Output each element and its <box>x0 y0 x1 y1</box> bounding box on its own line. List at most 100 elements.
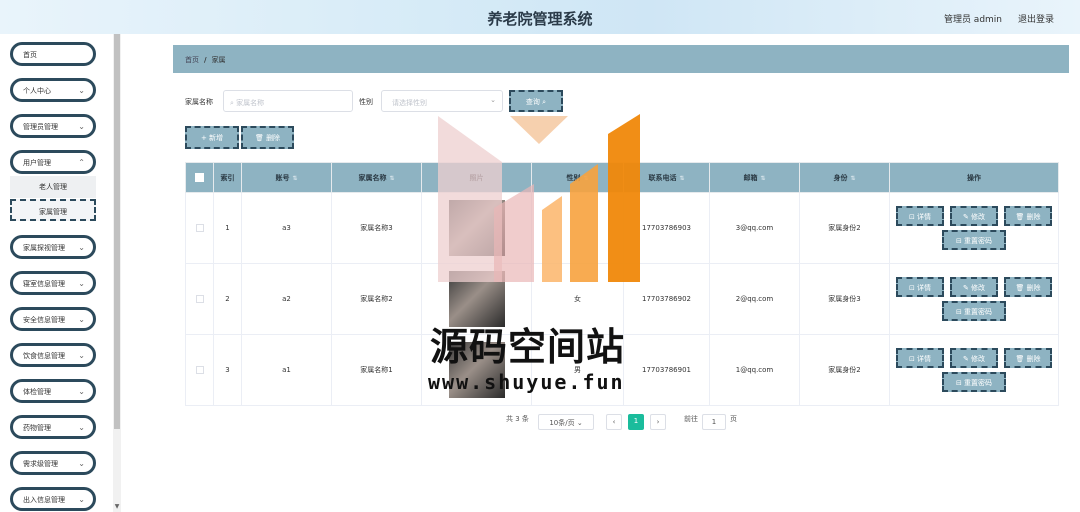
chevron-down-icon: ⌄ <box>78 495 85 504</box>
sidebar-item-label: 用户管理 <box>23 159 51 167</box>
sidebar-item-label: 个人中心 <box>23 87 51 95</box>
detail-button[interactable]: ⊡ 详情 <box>896 277 944 297</box>
breadcrumb-home[interactable]: 首页 <box>185 56 199 64</box>
sort-icon[interactable]: ⇅ <box>679 175 684 182</box>
reset-password-button[interactable]: ⊟ 重置密码 <box>942 230 1006 250</box>
column-header-name[interactable]: 家属名称 ⇅ <box>331 162 422 193</box>
delete-button-label: 删除 <box>266 134 281 142</box>
sort-icon[interactable]: ⇅ <box>760 175 765 182</box>
delete-button[interactable]: 🗑 删除 <box>1004 206 1052 226</box>
sidebar-item-label: 安全信息管理 <box>23 316 65 324</box>
row-checkbox[interactable] <box>185 263 214 335</box>
edit-label: 修改 <box>971 213 986 221</box>
column-header-index: 索引 <box>213 162 242 193</box>
sidebar-item-checkup[interactable]: 体检管理 ⌄ <box>10 379 96 403</box>
sidebar-item-needs[interactable]: 需求级管理 ⌄ <box>10 451 96 475</box>
chevron-down-icon: ⌄ <box>78 122 85 131</box>
cell-name: 家属名称3 <box>331 192 422 264</box>
breadcrumb: 首页 / 家属 <box>173 45 1069 73</box>
sidebar-item-access[interactable]: 出入信息管理 ⌄ <box>10 487 96 511</box>
detail-button[interactable]: ⊡ 详情 <box>896 348 944 368</box>
sidebar-item-label: 体检管理 <box>23 388 51 396</box>
cell-email: 3@qq.com <box>709 192 800 264</box>
reset-password-button[interactable]: ⊟ 重置密码 <box>942 301 1006 321</box>
goto-label: 前往 <box>684 415 698 423</box>
chevron-down-icon: ⌄ <box>490 96 496 104</box>
reset-password-button[interactable]: ⊟ 重置密码 <box>942 372 1006 392</box>
cell-index: 2 <box>213 263 242 335</box>
gender-select-placeholder: 请选择性别 <box>392 99 427 107</box>
photo-thumbnail[interactable] <box>448 200 505 256</box>
edit-button[interactable]: ✎ 修改 <box>950 277 998 297</box>
sidebar-subitem-elderly[interactable]: 老人管理 <box>10 176 96 198</box>
chevron-right-icon: › <box>656 418 660 426</box>
search-icon: ⌕ <box>542 98 547 106</box>
page-size-value: 10条/页 <box>549 419 575 427</box>
next-page-button[interactable]: › <box>650 414 666 430</box>
page-size-select[interactable]: 10条/页 ⌄ <box>538 414 594 430</box>
column-header-label: 邮箱 <box>743 173 758 182</box>
detail-button[interactable]: ⊡ 详情 <box>896 206 944 226</box>
column-header-identity[interactable]: 身份 ⇅ <box>799 162 890 193</box>
cell-gender <box>531 192 624 264</box>
column-header-label: 照片 <box>469 173 484 182</box>
query-button[interactable]: 查询 ⌕ <box>509 90 563 112</box>
row-checkbox[interactable] <box>185 192 214 264</box>
logout-link[interactable]: 退出登录 <box>1018 12 1054 25</box>
scrollbar-thumb[interactable] <box>114 34 120 429</box>
column-header-email[interactable]: 邮箱 ⇅ <box>709 162 800 193</box>
edit-button[interactable]: ✎ 修改 <box>950 206 998 226</box>
sidebar-item-medicine[interactable]: 药物管理 ⌄ <box>10 415 96 439</box>
trash-icon: 🗑 <box>254 134 264 142</box>
select-all-checkbox[interactable] <box>185 162 214 193</box>
delete-label: 删除 <box>1026 284 1041 292</box>
name-search-input[interactable]: ⌕ 家属名称 <box>223 90 353 112</box>
column-header-label: 账号 <box>275 173 290 182</box>
chevron-down-icon: ⌄ <box>78 387 85 396</box>
column-header-photo: 照片 <box>421 162 532 193</box>
sidebar-item-rooms[interactable]: 寝室信息管理 ⌄ <box>10 271 96 295</box>
sidebar-scrollbar[interactable]: ▼ <box>113 34 121 512</box>
scroll-down-arrow-icon[interactable]: ▼ <box>113 503 121 510</box>
sidebar-item-visits[interactable]: 家属探视管理 ⌄ <box>10 235 96 259</box>
row-checkbox[interactable] <box>185 334 214 406</box>
column-header-phone[interactable]: 联系电话 ⇅ <box>623 162 710 193</box>
page-number-current[interactable]: 1 <box>628 414 644 430</box>
edit-button[interactable]: ✎ 修改 <box>950 348 998 368</box>
name-filter-label: 家属名称 <box>185 98 213 106</box>
column-header-gender[interactable]: 性别 ⇅ <box>531 162 624 193</box>
sidebar-subitem-family[interactable]: 家属管理 <box>10 199 96 221</box>
prev-page-button[interactable]: ‹ <box>606 414 622 430</box>
sidebar-item-safety[interactable]: 安全信息管理 ⌄ <box>10 307 96 331</box>
delete-button[interactable]: 🗑 删除 <box>1004 277 1052 297</box>
cell-photo <box>421 192 532 264</box>
sidebar-item-diet[interactable]: 饮食信息管理 ⌄ <box>10 343 96 367</box>
sort-icon[interactable]: ⇅ <box>292 175 297 182</box>
goto-page-input[interactable]: 1 <box>702 414 726 430</box>
sidebar-item-admin[interactable]: 管理员管理 ⌄ <box>10 114 96 138</box>
cell-name: 家属名称1 <box>331 334 422 406</box>
page-unit-label: 页 <box>730 415 737 423</box>
breadcrumb-current: 家属 <box>211 56 226 64</box>
cell-name: 家属名称2 <box>331 263 422 335</box>
query-button-label: 查询 <box>525 98 540 106</box>
add-button[interactable]: + 新增 <box>185 126 239 149</box>
chevron-down-icon: ⌄ <box>78 351 85 360</box>
batch-delete-button[interactable]: 🗑 删除 <box>241 126 294 149</box>
column-header-label: 性别 <box>566 173 581 182</box>
delete-button[interactable]: 🗑 删除 <box>1004 348 1052 368</box>
sort-icon[interactable]: ⇅ <box>389 175 394 182</box>
detail-label: 详情 <box>917 355 932 363</box>
chevron-down-icon: ⌄ <box>576 419 583 427</box>
cell-account: a1 <box>241 334 332 406</box>
column-header-account[interactable]: 账号 ⇅ <box>241 162 332 193</box>
chevron-left-icon: ‹ <box>612 418 616 426</box>
sidebar-item-personal[interactable]: 个人中心 ⌄ <box>10 78 96 102</box>
cell-identity: 家属身份3 <box>799 263 890 335</box>
sort-icon[interactable]: ⇅ <box>583 175 588 182</box>
reset-label: 重置密码 <box>964 379 993 387</box>
gender-select[interactable]: 请选择性别 ⌄ <box>381 90 503 112</box>
sidebar-item-home[interactable]: 首页 <box>10 42 96 66</box>
sort-icon[interactable]: ⇅ <box>850 175 855 182</box>
sidebar-item-users[interactable]: 用户管理 ⌃ <box>10 150 96 174</box>
